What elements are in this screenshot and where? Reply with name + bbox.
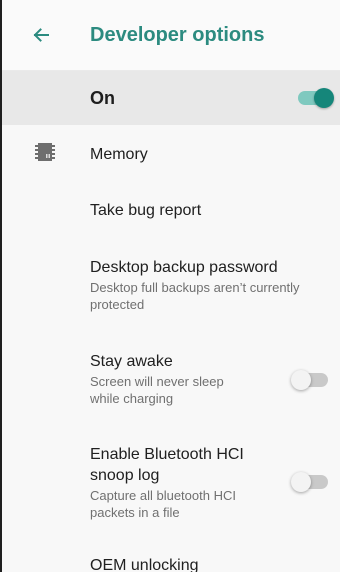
item-title: Take bug report	[90, 202, 202, 219]
list-item-stay-awake[interactable]: Stay awake Screen will never sleep while…	[2, 335, 340, 415]
switch-thumb	[314, 88, 334, 108]
app-bar: Developer options	[2, 0, 340, 71]
item-subtitle: Desktop full backups aren’t currently	[90, 280, 300, 295]
settings-screen: Developer options On Memory Take bug rep…	[0, 0, 340, 572]
master-switch-toggle[interactable]	[298, 88, 334, 108]
item-title: Stay awake	[90, 353, 173, 370]
item-title: snoop log	[90, 467, 160, 484]
item-subtitle: while charging	[90, 391, 174, 406]
switch-thumb	[291, 472, 311, 492]
list-item-backup-password[interactable]: Desktop backup password Desktop full bac…	[2, 245, 340, 325]
item-title: Enable Bluetooth HCI	[90, 446, 244, 463]
item-subtitle: packets in a file	[90, 505, 180, 520]
back-button[interactable]	[26, 20, 56, 50]
item-title: OEM unlocking	[90, 557, 199, 572]
page-title: Developer options	[90, 24, 265, 46]
item-subtitle: Capture all bluetooth HCI	[90, 488, 236, 503]
list-item-bug-report[interactable]: Take bug report	[2, 185, 340, 237]
item-subtitle: Screen will never sleep	[90, 374, 224, 389]
switch-thumb	[291, 370, 311, 390]
list-item-bluetooth-hci-snoop[interactable]: Enable Bluetooth HCI snoop log Capture a…	[2, 432, 340, 532]
bluetooth-hci-toggle[interactable]	[291, 472, 328, 492]
list-item-memory[interactable]: Memory	[2, 128, 340, 180]
item-subtitle: protected	[90, 297, 145, 312]
master-switch-label: On	[90, 88, 115, 108]
stay-awake-toggle[interactable]	[291, 370, 328, 390]
item-title: Memory	[90, 146, 148, 163]
master-switch-bar[interactable]: On	[2, 71, 340, 125]
list-item-oem-unlocking[interactable]: OEM unlocking	[2, 550, 340, 572]
arrow-back-icon	[33, 28, 49, 42]
item-title: Desktop backup password	[90, 259, 278, 276]
